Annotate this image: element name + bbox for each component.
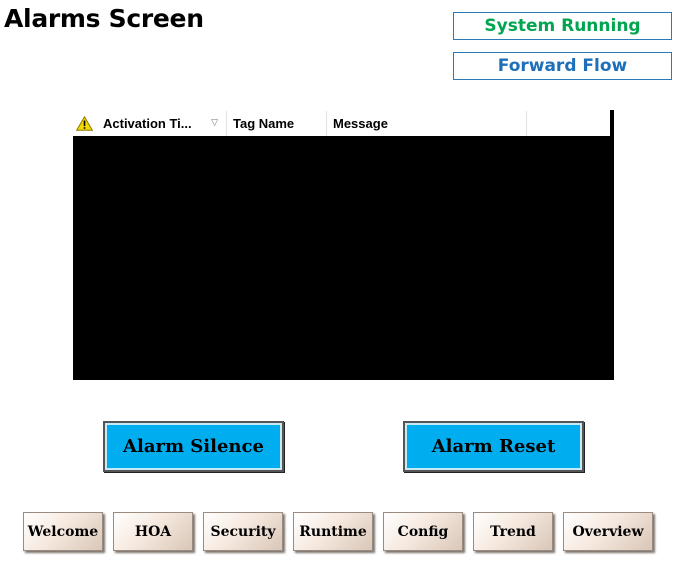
column-header-message[interactable]: Message <box>327 111 527 136</box>
alarm-reset-button[interactable]: Alarm Reset <box>403 421 584 472</box>
column-header-activation-time[interactable]: Activation Ti... ▽ <box>97 111 227 136</box>
alarm-table[interactable]: Activation Ti... ▽ Tag Name Message <box>73 110 614 380</box>
forward-flow-indicator: Forward Flow <box>453 52 672 80</box>
sort-descending-icon: ▽ <box>211 117 218 127</box>
column-header-message-label: Message <box>333 116 388 131</box>
nav-overview-button[interactable]: Overview <box>563 512 653 551</box>
nav-hoa-button[interactable]: HOA <box>113 512 193 551</box>
system-running-indicator: System Running <box>453 12 672 40</box>
system-running-label: System Running <box>484 16 641 36</box>
alarm-silence-button[interactable]: Alarm Silence <box>103 421 284 472</box>
column-header-tag-name[interactable]: Tag Name <box>227 111 327 136</box>
alarm-table-header: Activation Ti... ▽ Tag Name Message <box>73 110 610 136</box>
nav-security-button[interactable]: Security <box>203 512 283 551</box>
nav-runtime-button[interactable]: Runtime <box>293 512 373 551</box>
nav-trend-button[interactable]: Trend <box>473 512 553 551</box>
column-header-tag-name-label: Tag Name <box>233 116 295 131</box>
column-header-activation-time-label: Activation Ti... <box>103 116 192 131</box>
warning-icon <box>76 116 93 131</box>
column-header-empty <box>527 111 610 136</box>
nav-welcome-button[interactable]: Welcome <box>23 512 103 551</box>
nav-config-button[interactable]: Config <box>383 512 463 551</box>
column-header-priority[interactable] <box>73 111 97 136</box>
page-title: Alarms Screen <box>4 4 204 33</box>
forward-flow-label: Forward Flow <box>497 56 628 76</box>
